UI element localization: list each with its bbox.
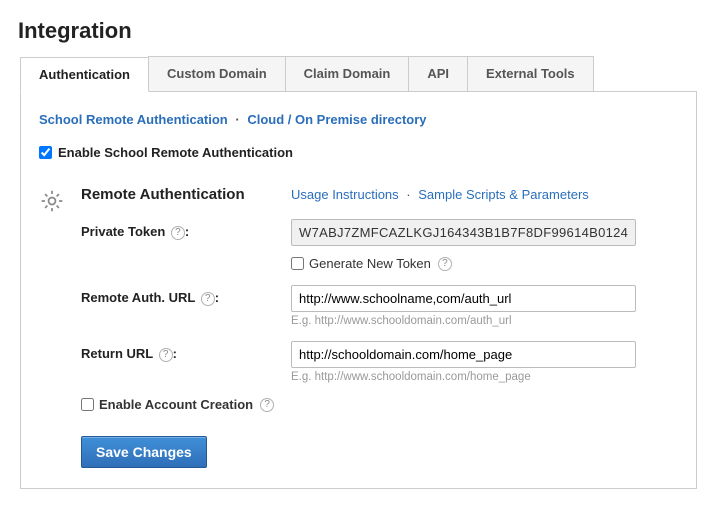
save-button[interactable]: Save Changes: [81, 436, 207, 468]
form-area: Remote Authentication Usage Instructions…: [81, 186, 678, 468]
tab-custom-domain[interactable]: Custom Domain: [148, 56, 286, 91]
section-title: Remote Authentication: [81, 186, 291, 203]
breadcrumb-school-remote-auth[interactable]: School Remote Authentication: [39, 112, 228, 127]
breadcrumb-cloud-directory[interactable]: Cloud / On Premise directory: [247, 112, 426, 127]
help-icon[interactable]: ?: [438, 257, 452, 271]
breadcrumb-sep: ·: [235, 112, 239, 127]
enable-remote-auth-label: Enable School Remote Authentication: [58, 145, 293, 160]
link-usage-instructions[interactable]: Usage Instructions: [291, 187, 399, 202]
tab-container: Authentication Custom Domain Claim Domai…: [18, 56, 697, 489]
remote-auth-url-hint: E.g. http://www.schooldomain.com/auth_ur…: [291, 315, 678, 327]
remote-auth-section: Remote Authentication Usage Instructions…: [39, 186, 678, 468]
enable-remote-auth-row: Enable School Remote Authentication: [39, 145, 678, 160]
help-icon[interactable]: ?: [201, 292, 215, 306]
section-links: Usage Instructions · Sample Scripts & Pa…: [291, 187, 589, 202]
help-icon[interactable]: ?: [260, 398, 274, 412]
help-icon[interactable]: ?: [171, 226, 185, 240]
link-sample-scripts[interactable]: Sample Scripts & Parameters: [418, 187, 589, 202]
tab-bar: Authentication Custom Domain Claim Domai…: [20, 56, 697, 92]
remote-auth-url-input[interactable]: [291, 285, 636, 312]
help-icon[interactable]: ?: [159, 348, 173, 362]
field-private-token: Private Token ?: Generate New Token ?: [81, 219, 678, 271]
tab-external-tools[interactable]: External Tools: [467, 56, 594, 91]
links-sep: ·: [406, 187, 410, 202]
return-url-label: Return URL: [81, 346, 153, 361]
tab-api[interactable]: API: [408, 56, 468, 91]
field-enable-account-creation: Enable Account Creation ?: [81, 397, 678, 412]
enable-account-creation-checkbox[interactable]: [81, 398, 94, 411]
return-url-input[interactable]: [291, 341, 636, 368]
generate-new-token-label: Generate New Token: [309, 256, 431, 271]
page-title: Integration: [18, 18, 697, 44]
field-return-url: Return URL ?: E.g. http://www.schooldoma…: [81, 341, 678, 383]
tab-panel: School Remote Authentication · Cloud / O…: [20, 92, 697, 489]
gear-icon: [39, 186, 67, 217]
tab-authentication[interactable]: Authentication: [20, 57, 149, 92]
enable-account-creation-label: Enable Account Creation: [99, 397, 253, 412]
return-url-hint: E.g. http://www.schooldomain.com/home_pa…: [291, 371, 678, 383]
private-token-label: Private Token: [81, 224, 165, 239]
remote-auth-url-label: Remote Auth. URL: [81, 290, 195, 305]
field-remote-auth-url: Remote Auth. URL ?: E.g. http://www.scho…: [81, 285, 678, 327]
tab-claim-domain[interactable]: Claim Domain: [285, 56, 410, 91]
breadcrumb: School Remote Authentication · Cloud / O…: [39, 112, 678, 127]
generate-new-token-checkbox[interactable]: [291, 257, 304, 270]
private-token-input[interactable]: [291, 219, 636, 246]
enable-remote-auth-checkbox[interactable]: [39, 146, 52, 159]
